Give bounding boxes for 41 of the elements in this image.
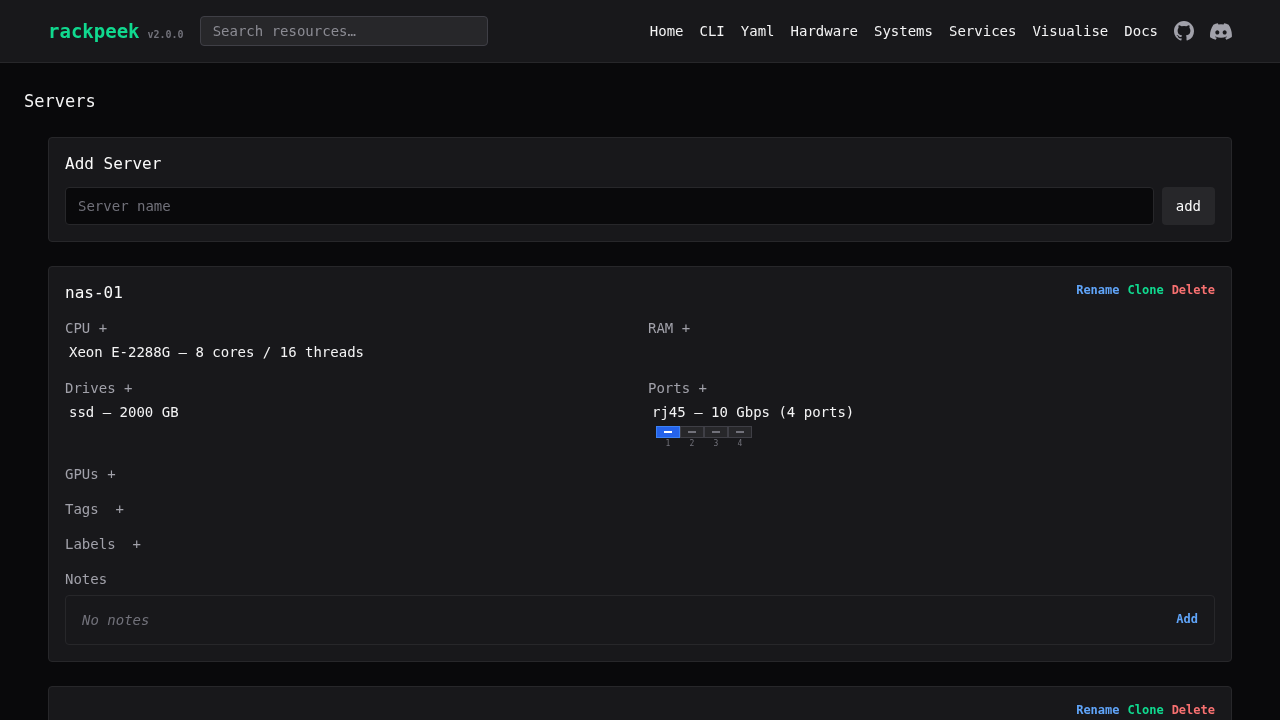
server-name: nas-01 <box>65 283 123 302</box>
section-label[interactable]: Tags + <box>65 501 1215 517</box>
rename-link[interactable]: Rename <box>1076 703 1120 717</box>
search-field[interactable]: Search resources… <box>199 16 488 46</box>
add-note-link[interactable]: Add <box>1176 612 1198 628</box>
nav-link[interactable]: Visualise <box>1032 23 1109 39</box>
clone-link[interactable]: Clone <box>1127 283 1164 297</box>
section-label[interactable]: Drives + <box>65 380 632 396</box>
notes-text: No notes <box>82 612 150 628</box>
component-entry: Xeon E-2288G — 8 cores / 16 threads <box>68 344 365 360</box>
nav-link[interactable]: Hardware <box>790 23 858 39</box>
section-label[interactable]: CPU + <box>65 320 632 336</box>
github-icon[interactable] <box>1174 21 1194 41</box>
section-label[interactable]: Ports + <box>648 380 1215 396</box>
section-label[interactable]: Labels + <box>65 536 1215 552</box>
notes-label: Notes <box>65 571 109 587</box>
logo: rackpeek <box>48 20 140 42</box>
component-entry: rj45 — 10 Gbps (4 ports) <box>651 404 856 420</box>
clone-link[interactable]: Clone <box>1127 703 1164 717</box>
nav-link[interactable]: CLI <box>699 23 725 39</box>
nav-link[interactable]: Home <box>649 23 684 39</box>
nav-link[interactable]: Systems <box>873 23 933 39</box>
add-button[interactable]: add <box>1161 187 1215 225</box>
page-title: Servers <box>24 91 97 111</box>
rename-link[interactable]: Rename <box>1076 283 1120 297</box>
port-number: 4 <box>737 439 743 448</box>
nav-link[interactable]: Services <box>949 23 1017 39</box>
delete-link[interactable]: Delete <box>1171 703 1215 717</box>
nav-link[interactable]: Docs <box>1124 23 1158 39</box>
component-entry: ssd — 2000 GB <box>68 404 180 420</box>
section-label[interactable]: GPUs + <box>65 466 1215 482</box>
port-number: 1 <box>665 439 671 448</box>
nav-link[interactable]: Yaml <box>740 23 775 39</box>
section-label[interactable]: RAM + <box>648 320 1215 336</box>
card-title: Add Server <box>65 154 163 173</box>
port-number: 3 <box>713 439 719 448</box>
delete-link[interactable]: Delete <box>1171 283 1215 297</box>
port-number: 2 <box>689 439 695 448</box>
server-name-field[interactable]: Server name <box>65 187 1154 225</box>
discord-icon[interactable] <box>1210 22 1232 40</box>
version-label: v2.0.0 <box>147 28 184 40</box>
